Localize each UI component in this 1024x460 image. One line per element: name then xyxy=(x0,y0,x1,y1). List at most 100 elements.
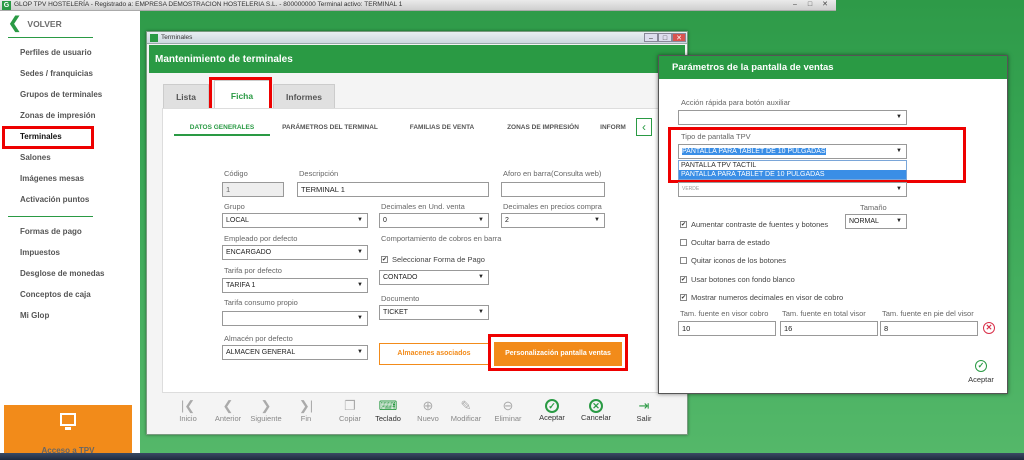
window-header: Mantenimiento de terminales xyxy=(149,45,685,73)
font-visor-field[interactable]: 10 xyxy=(678,321,776,336)
tarifa-value: TARIFA 1 xyxy=(226,282,256,289)
maximize-icon[interactable]: □ xyxy=(805,1,815,9)
grupo-label: Grupo xyxy=(224,202,245,211)
nuevo-button[interactable]: ⊕ Nuevo xyxy=(408,398,448,423)
highlight-box xyxy=(668,127,966,183)
checkbox-checked-icon: ✔ xyxy=(680,294,687,301)
monitor-icon xyxy=(60,413,76,430)
close-icon[interactable]: ✕ xyxy=(672,33,686,42)
chevron-left-icon[interactable]: ‹ xyxy=(636,118,652,136)
sidebar-item-perfiles[interactable]: Perfiles de usuario xyxy=(20,48,92,57)
botones-fondo-blanco-checkbox[interactable]: ✔ Usar botones con fondo blanco xyxy=(680,275,795,284)
font-pie-field[interactable]: 8 xyxy=(880,321,978,336)
sidebar-item-activacion-puntos[interactable]: Activación puntos xyxy=(20,195,89,204)
copiar-button[interactable]: ❐ Copiar xyxy=(330,398,370,423)
clear-icon[interactable]: ✕ xyxy=(983,322,995,334)
subtab-datos-generales[interactable]: DATOS GENERALES xyxy=(174,120,270,136)
subtab-zonas-impresion[interactable]: ZONAS DE IMPRESIÓN xyxy=(498,120,588,136)
sidebar-item-conceptos-caja[interactable]: Conceptos de caja xyxy=(20,290,91,299)
anterior-button[interactable]: ❮ Anterior xyxy=(208,398,248,423)
descripcion-label: Descripción xyxy=(299,169,339,178)
accion-rapida-label: Acción rápida para botón auxiliar xyxy=(681,98,791,107)
empleado-select[interactable]: ENCARGADO ▼ xyxy=(222,245,368,260)
sidebar-item-sedes[interactable]: Sedes / franquicias xyxy=(20,69,93,78)
ocultar-barra-checkbox[interactable]: Ocultar barra de estado xyxy=(680,238,770,247)
fin-label: Fin xyxy=(300,414,312,423)
tamano-select[interactable]: NORMAL ▼ xyxy=(845,214,907,229)
grupo-select[interactable]: LOCAL ▼ xyxy=(222,213,368,228)
subtab-parametros-terminal[interactable]: PARÁMETROS DEL TERMINAL xyxy=(274,120,386,136)
sidebar-item-imagenes-mesas[interactable]: Imágenes mesas xyxy=(20,174,84,183)
quitar-iconos-checkbox[interactable]: Quitar iconos de los botones xyxy=(680,256,786,265)
siguiente-button[interactable]: ❯ Siguiente xyxy=(246,398,286,423)
acceso-tpv-button[interactable]: Acceso a TPV xyxy=(4,405,132,460)
eliminar-button[interactable]: ⊖ Eliminar xyxy=(488,398,528,423)
close-icon[interactable]: ✕ xyxy=(820,1,830,9)
inicio-button[interactable]: |❮ Inicio xyxy=(168,398,208,423)
forma-pago-select[interactable]: CONTADO ▼ xyxy=(379,270,489,285)
checkbox-label: Mostrar numeros decimales en visor de co… xyxy=(691,293,844,302)
dialog-aceptar-button[interactable]: ✓ Aceptar xyxy=(960,360,1002,384)
modificar-button[interactable]: ✎ Modificar xyxy=(446,398,486,423)
font-total-field[interactable]: 16 xyxy=(780,321,878,336)
dec-precios-select[interactable]: 2 ▼ xyxy=(501,213,605,228)
dialog-title: Parámetros de la pantalla de ventas xyxy=(672,62,834,73)
teclado-label: Teclado xyxy=(375,414,401,423)
tab-informes[interactable]: Informes xyxy=(273,84,335,108)
window-icon xyxy=(150,34,158,42)
maximize-icon[interactable]: □ xyxy=(658,33,672,42)
aumentar-contraste-checkbox[interactable]: ✔ Aumentar contraste de fuentes y botones xyxy=(680,220,828,229)
aforo-label: Aforo en barra(Consulta web) xyxy=(503,169,602,178)
documento-select[interactable]: TICKET ▼ xyxy=(379,305,489,320)
cancelar-button[interactable]: ✕ Cancelar xyxy=(576,398,616,422)
seleccionar-forma-pago-checkbox[interactable]: ✔ Seleccionar Forma de Pago xyxy=(381,255,485,264)
font-pie-label: Tam. fuente en pie del visor xyxy=(882,309,974,318)
sidebar-item-grupos-terminales[interactable]: Grupos de terminales xyxy=(20,90,102,99)
salir-button[interactable]: ⇥ Salir xyxy=(624,398,664,423)
sidebar-divider xyxy=(8,37,93,38)
checkbox-unchecked-icon xyxy=(680,239,687,246)
dialog-aceptar-label: Aceptar xyxy=(968,375,994,384)
almacenes-asociados-button[interactable]: Almacenes asociados xyxy=(379,343,489,365)
codigo-field[interactable]: 1 xyxy=(222,182,284,197)
subtab-familias-venta[interactable]: FAMILIAS DE VENTA xyxy=(390,120,494,136)
sidebar-item-impuestos[interactable]: Impuestos xyxy=(20,248,60,257)
checkbox-label: Usar botones con fondo blanco xyxy=(691,275,795,284)
checkbox-unchecked-icon xyxy=(680,257,687,264)
fin-button[interactable]: ❯| Fin xyxy=(286,398,326,423)
chevron-left-icon: ❮ xyxy=(8,15,22,32)
tab-lista[interactable]: Lista xyxy=(163,84,209,108)
codigo-label: Código xyxy=(224,169,248,178)
dropdown-arrow-icon: ▼ xyxy=(594,217,600,223)
back-button[interactable]: ❮ VOLVER xyxy=(8,16,62,32)
app-title: GLOP TPV HOSTELERÍA - Registrado a: EMPR… xyxy=(14,1,403,8)
teclado-button[interactable]: ⌨ Teclado xyxy=(368,398,408,423)
exit-icon: ⇥ xyxy=(638,398,650,413)
highlight-box xyxy=(209,77,272,112)
dec-und-select[interactable]: 0 ▼ xyxy=(379,213,489,228)
subtab-informes[interactable]: INFORM xyxy=(592,120,634,136)
check-icon: ✓ xyxy=(975,360,987,372)
nuevo-label: Nuevo xyxy=(417,414,439,423)
descripcion-field[interactable]: TERMINAL 1 xyxy=(297,182,489,197)
minimize-icon[interactable]: – xyxy=(644,33,658,42)
aceptar-button[interactable]: ✓ Aceptar xyxy=(532,398,572,422)
accion-rapida-select[interactable]: ▼ xyxy=(678,110,907,125)
color-select[interactable]: VERDE ▼ xyxy=(678,182,907,197)
minimize-icon[interactable]: – xyxy=(790,1,800,9)
sidebar-item-salones[interactable]: Salones xyxy=(20,153,51,162)
aforo-field[interactable] xyxy=(501,182,605,197)
dropdown-arrow-icon: ▼ xyxy=(478,274,484,280)
window-title-bar: Terminales xyxy=(147,32,687,44)
sidebar-item-mi-glop[interactable]: Mi Glop xyxy=(20,311,49,320)
tarifa-propio-select[interactable]: ▼ xyxy=(222,311,368,326)
almacen-select[interactable]: ALMACEN GENERAL ▼ xyxy=(222,345,368,360)
mostrar-decimales-checkbox[interactable]: ✔ Mostrar numeros decimales en visor de c… xyxy=(680,293,843,302)
tarifa-select[interactable]: TARIFA 1 ▼ xyxy=(222,278,368,293)
dropdown-arrow-icon: ▼ xyxy=(896,186,902,192)
dec-precios-value: 2 xyxy=(505,217,509,224)
sidebar-item-desglose-monedas[interactable]: Desglose de monedas xyxy=(20,269,104,278)
previous-icon: ❮ xyxy=(222,398,234,413)
sidebar-item-zonas-impresion[interactable]: Zonas de impresión xyxy=(20,111,96,120)
sidebar-item-formas-pago[interactable]: Formas de pago xyxy=(20,227,82,236)
